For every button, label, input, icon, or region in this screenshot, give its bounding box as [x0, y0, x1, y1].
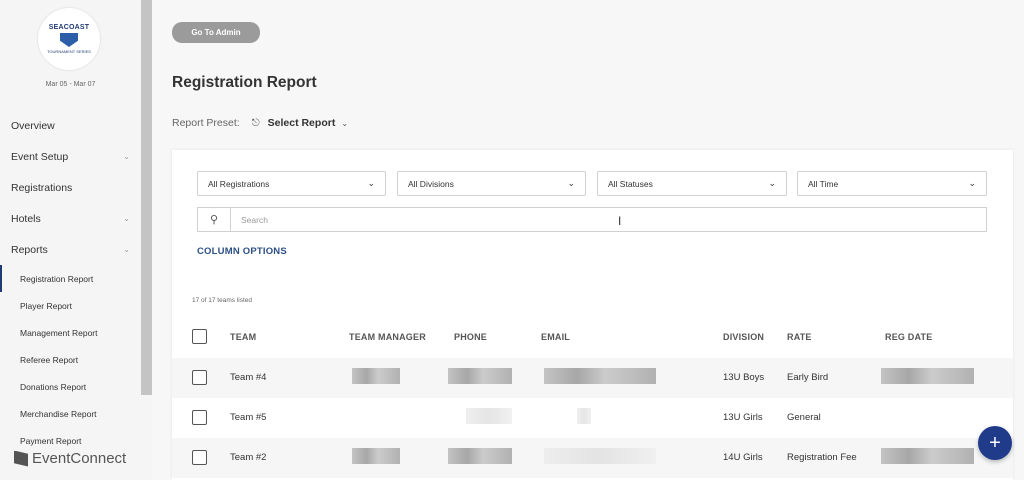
cell-division: 14U Girls — [723, 452, 763, 463]
sidebar-item-label: Registrations — [11, 181, 73, 194]
chevron-down-icon: ⌄ — [123, 245, 130, 254]
redacted-email — [544, 448, 656, 464]
column-options-link[interactable]: COLUMN OPTIONS — [197, 246, 287, 257]
sidebar-item-hotels[interactable]: Hotels ⌄ — [0, 203, 141, 234]
redacted-reg-date — [881, 448, 974, 464]
sidebar-item-event-setup[interactable]: Event Setup ⌄ — [0, 141, 141, 172]
search-input[interactable] — [231, 208, 986, 231]
search-bar: ⚲ — [197, 207, 987, 232]
sidebar-item-overview[interactable]: Overview — [0, 110, 141, 141]
filter-label: All Registrations — [208, 178, 270, 189]
table-row[interactable]: Team #4 13U Boys Early Bird — [172, 358, 1013, 398]
redacted-reg-date — [881, 368, 974, 384]
sidebar-subitem-donations-report[interactable]: Donations Report — [0, 373, 141, 400]
preset-select[interactable]: Select Report — [268, 117, 336, 129]
redacted-email — [577, 408, 591, 424]
filter-divisions[interactable]: All Divisions ⌄ — [397, 171, 586, 196]
cell-team: Team #5 — [230, 412, 267, 423]
chevron-down-icon: ⌄ — [367, 178, 375, 188]
shield-icon — [60, 33, 78, 47]
eventconnect-icon — [14, 450, 28, 467]
cell-rate: Registration Fee — [787, 452, 857, 463]
cell-rate: Early Bird — [787, 372, 829, 383]
chevron-down-icon: ⌄ — [968, 178, 976, 188]
filter-registrations[interactable]: All Registrations ⌄ — [197, 171, 386, 196]
sidebar-item-label: Reports — [11, 243, 48, 256]
col-reg-date[interactable]: REG DATE — [885, 332, 932, 342]
row-checkbox[interactable] — [192, 410, 207, 425]
filter-time[interactable]: All Time ⌄ — [797, 171, 987, 196]
col-team-manager[interactable]: TEAM MANAGER — [349, 332, 426, 342]
cell-division: 13U Boys — [723, 372, 765, 383]
sidebar-item-label: Event Setup — [11, 150, 69, 163]
sidebar-item-reports[interactable]: Reports ⌄ — [0, 234, 141, 265]
chevron-down-icon: ⌄ — [768, 178, 776, 188]
sidebar-subitem-management-report[interactable]: Management Report — [0, 319, 141, 346]
report-preset: Report Preset: ⎋ Select Report ⌄ — [172, 117, 348, 129]
filter-statuses[interactable]: All Statuses ⌄ — [597, 171, 787, 196]
filter-label: All Statuses — [608, 178, 653, 189]
main-content: Go To Admin Registration Report Report P… — [152, 0, 1024, 480]
select-all-checkbox[interactable] — [192, 329, 207, 344]
event-dates: Mar 05 - Mar 07 — [45, 81, 96, 88]
eventconnect-logo: EventConnect — [14, 450, 126, 467]
redacted-phone — [466, 408, 512, 424]
redacted-manager — [352, 368, 400, 384]
sidebar-nav: Overview Event Setup ⌄ Registrations Hot… — [0, 110, 141, 454]
table-row[interactable]: Team #5 13U Girls General — [172, 398, 1013, 438]
sidebar: SEACOAST TOURNAMENT SERIES Mar 05 - Mar … — [0, 0, 152, 480]
sidebar-subitem-registration-report[interactable]: Registration Report — [0, 265, 141, 292]
logo-sub: TOURNAMENT SERIES — [47, 49, 91, 54]
redacted-phone — [448, 368, 512, 384]
report-card: All Registrations ⌄ All Divisions ⌄ All … — [172, 150, 1013, 480]
sidebar-subitem-player-report[interactable]: Player Report — [0, 292, 141, 319]
chevron-down-icon: ⌄ — [567, 178, 575, 188]
sidebar-scrollbar[interactable] — [141, 0, 152, 395]
seacoast-logo[interactable]: SEACOAST TOURNAMENT SERIES — [38, 8, 100, 70]
add-fab-button[interactable]: + — [978, 426, 1012, 460]
search-icon[interactable]: ⚲ — [198, 208, 231, 231]
plus-icon: + — [989, 431, 1001, 454]
col-email[interactable]: EMAIL — [541, 332, 570, 342]
logo-brand: SEACOAST — [48, 24, 90, 31]
col-division[interactable]: DIVISION — [723, 332, 764, 342]
sidebar-item-label: Overview — [11, 119, 55, 132]
redacted-manager — [352, 448, 400, 464]
cell-team: Team #2 — [230, 452, 267, 463]
text-cursor-icon: I — [618, 214, 622, 228]
col-phone[interactable]: PHONE — [454, 332, 487, 342]
filter-label: All Time — [808, 178, 839, 189]
bookmark-icon: ⎋ — [251, 117, 260, 129]
chevron-down-icon: ⌄ — [123, 214, 130, 223]
filter-label: All Divisions — [408, 178, 454, 189]
sidebar-subitem-merchandise-report[interactable]: Merchandise Report — [0, 400, 141, 427]
table-row[interactable]: Team #2 14U Girls Registration Fee — [172, 438, 1013, 478]
table-header: TEAM TEAM MANAGER PHONE EMAIL DIVISION R… — [172, 325, 1013, 349]
sidebar-item-registrations[interactable]: Registrations — [0, 172, 141, 203]
cell-team: Team #4 — [230, 372, 267, 383]
sidebar-subitem-referee-report[interactable]: Referee Report — [0, 346, 141, 373]
page-title: Registration Report — [172, 74, 317, 91]
sidebar-item-label: Hotels — [11, 212, 41, 225]
col-rate[interactable]: RATE — [787, 332, 812, 342]
row-checkbox[interactable] — [192, 450, 207, 465]
preset-label: Report Preset: — [172, 117, 240, 129]
redacted-phone — [448, 448, 512, 464]
cell-division: 13U Girls — [723, 412, 763, 423]
row-checkbox[interactable] — [192, 370, 207, 385]
teams-count: 17 of 17 teams listed — [192, 297, 252, 304]
chevron-down-icon: ⌄ — [123, 152, 130, 161]
col-team[interactable]: TEAM — [230, 332, 256, 342]
eventconnect-brand: EventConnect — [32, 450, 127, 467]
go-to-admin-button[interactable]: Go To Admin — [172, 22, 260, 43]
redacted-email — [544, 368, 656, 384]
chevron-down-icon[interactable]: ⌄ — [341, 119, 348, 128]
cell-rate: General — [787, 412, 821, 423]
